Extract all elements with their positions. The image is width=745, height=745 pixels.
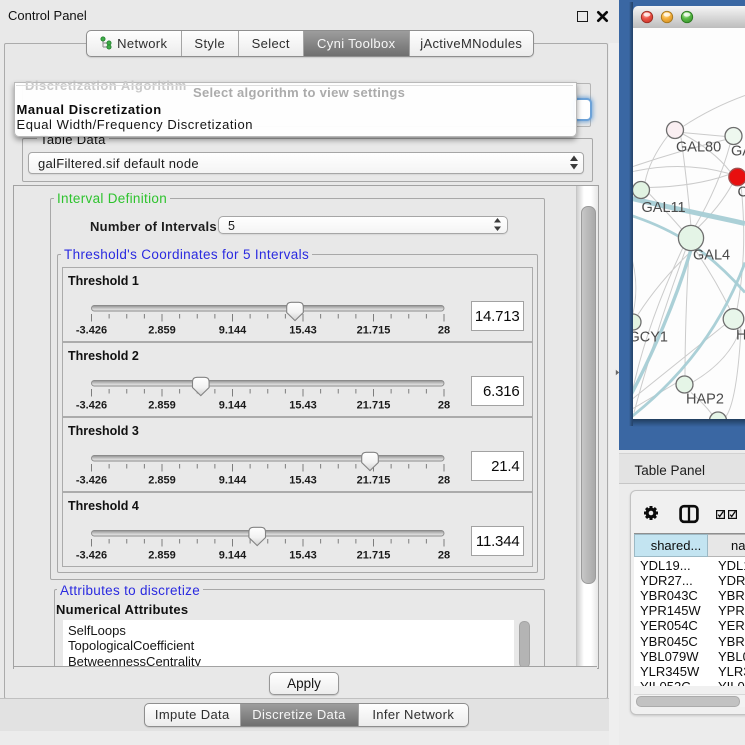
svg-text:-3.426: -3.426 bbox=[76, 549, 107, 561]
svg-text:-3.426: -3.426 bbox=[76, 399, 107, 411]
svg-text:GAL4: GAL4 bbox=[693, 247, 730, 263]
svg-text:GA: GA bbox=[731, 143, 745, 159]
svg-text:GAL80: GAL80 bbox=[676, 139, 721, 155]
svg-text:H: H bbox=[736, 327, 745, 343]
svg-text:GAL11: GAL11 bbox=[642, 200, 686, 216]
svg-text:15.43: 15.43 bbox=[289, 324, 317, 336]
svg-text:21.715: 21.715 bbox=[357, 549, 391, 561]
svg-text:9.144: 9.144 bbox=[219, 324, 247, 336]
svg-text:2.859: 2.859 bbox=[148, 474, 176, 486]
svg-text:9.144: 9.144 bbox=[219, 474, 247, 486]
svg-text:9.144: 9.144 bbox=[219, 549, 247, 561]
svg-text:C: C bbox=[738, 184, 745, 200]
svg-text:GCY1: GCY1 bbox=[633, 329, 668, 345]
svg-text:HAP2: HAP2 bbox=[686, 391, 724, 407]
svg-text:28: 28 bbox=[438, 549, 450, 561]
svg-text:15.43: 15.43 bbox=[289, 399, 317, 411]
svg-text:21.715: 21.715 bbox=[357, 324, 391, 336]
svg-text:28: 28 bbox=[438, 474, 450, 486]
svg-text:2.859: 2.859 bbox=[148, 549, 176, 561]
svg-text:15.43: 15.43 bbox=[289, 549, 317, 561]
svg-text:28: 28 bbox=[438, 399, 450, 411]
svg-text:-3.426: -3.426 bbox=[76, 474, 107, 486]
svg-text:28: 28 bbox=[438, 324, 450, 336]
svg-text:21.715: 21.715 bbox=[357, 399, 391, 411]
svg-text:21.715: 21.715 bbox=[357, 474, 391, 486]
svg-text:2.859: 2.859 bbox=[148, 399, 176, 411]
svg-text:-3.426: -3.426 bbox=[76, 324, 107, 336]
svg-text:2.859: 2.859 bbox=[148, 324, 176, 336]
svg-text:9.144: 9.144 bbox=[219, 399, 247, 411]
svg-text:15.43: 15.43 bbox=[289, 474, 317, 486]
